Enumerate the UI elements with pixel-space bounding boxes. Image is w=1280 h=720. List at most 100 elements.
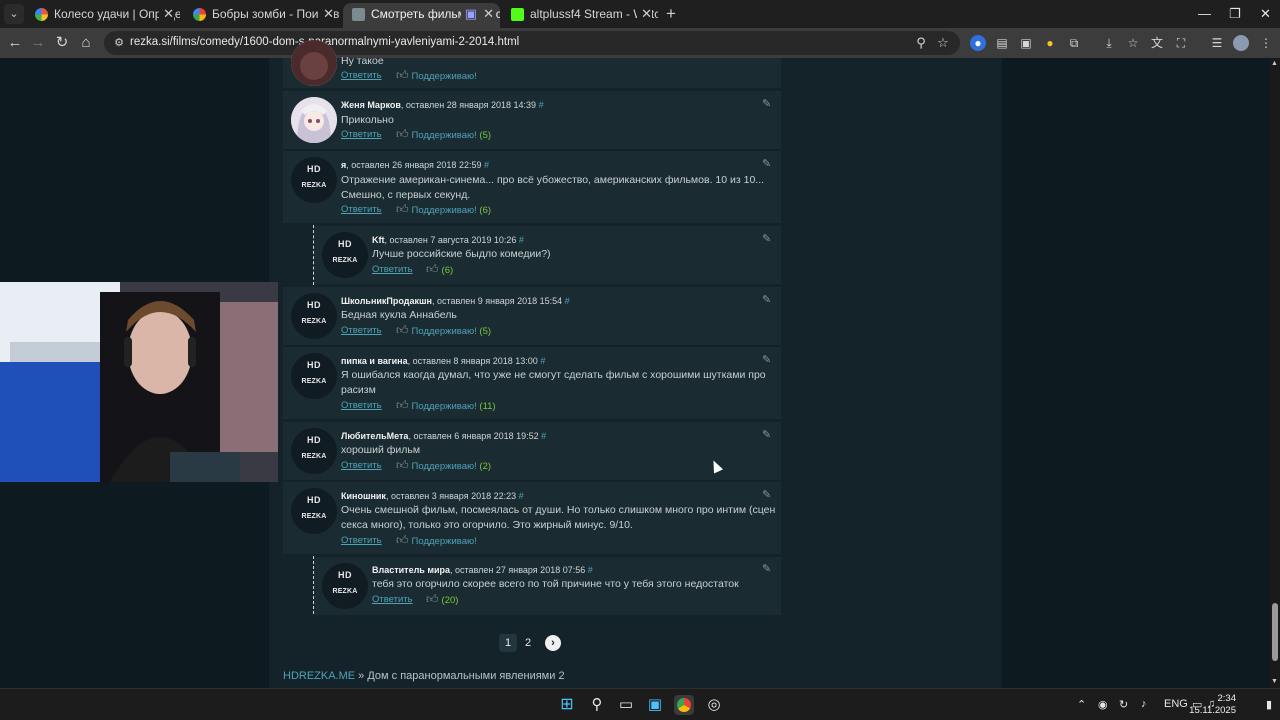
- search-icon[interactable]: ⚲: [587, 695, 607, 715]
- menu-kebab-icon[interactable]: ⋮: [1258, 35, 1274, 51]
- bookmarks-icon[interactable]: ☆: [1125, 35, 1141, 51]
- language-indicator[interactable]: ENG: [1164, 698, 1188, 710]
- screenshot-icon[interactable]: ⛶: [1173, 35, 1189, 51]
- tab-wheel-of-fortune[interactable]: Колесо удачи | Определите по ✕: [26, 3, 180, 28]
- comment-author[interactable]: Киношник: [341, 491, 386, 501]
- edit-pencil-icon[interactable]: ✎: [762, 157, 771, 170]
- next-page-icon[interactable]: ›: [545, 635, 561, 651]
- edit-pencil-icon[interactable]: ✎: [762, 293, 771, 306]
- reply-link[interactable]: Ответить: [341, 204, 382, 215]
- like-button[interactable]: 👍︎ (20): [426, 592, 458, 607]
- comment-author[interactable]: ЛюбительМета: [341, 431, 408, 441]
- permalink-hash[interactable]: #: [519, 491, 524, 501]
- reading-list-icon[interactable]: ☰: [1209, 35, 1225, 51]
- extension-icon[interactable]: ▤: [994, 35, 1010, 51]
- forward-icon[interactable]: →: [29, 34, 47, 52]
- back-icon[interactable]: ←: [6, 34, 24, 52]
- profile-avatar[interactable]: [1233, 35, 1249, 51]
- reply-link[interactable]: Ответить: [341, 535, 382, 546]
- like-button[interactable]: 👍︎ Поддерживаю! (11): [396, 398, 496, 413]
- edit-pencil-icon[interactable]: ✎: [762, 562, 771, 575]
- scrollbar-thumb[interactable]: [1272, 603, 1278, 661]
- comment: HD REZKA Киношник, оставлен 3 января 2018…: [283, 482, 781, 554]
- task-view-icon[interactable]: ▭: [616, 695, 636, 715]
- page-2-button[interactable]: 2: [520, 634, 536, 652]
- minimize-icon[interactable]: —: [1198, 6, 1211, 21]
- windows-start-icon[interactable]: ⊞: [557, 695, 577, 715]
- extensions-puzzle-icon[interactable]: ⧉: [1066, 35, 1082, 51]
- media-playing-icon[interactable]: ▣: [465, 6, 477, 21]
- edit-pencil-icon[interactable]: ✎: [762, 428, 771, 441]
- comment-author[interactable]: Властитель мира: [372, 565, 450, 575]
- comment-author[interactable]: Женя Марков: [341, 100, 401, 110]
- tab-close-icon[interactable]: ✕: [637, 3, 652, 25]
- tray-app-icon[interactable]: ◉: [1098, 698, 1108, 711]
- site-info-icon[interactable]: ⚙: [112, 36, 126, 50]
- tray-sync-icon[interactable]: ↻: [1119, 698, 1128, 711]
- zoom-icon[interactable]: ⚲: [912, 34, 930, 52]
- chrome-icon[interactable]: [674, 695, 694, 715]
- reply-link[interactable]: Ответить: [372, 264, 413, 275]
- restore-icon[interactable]: ❐: [1229, 6, 1241, 22]
- extension-icon[interactable]: ●: [970, 35, 986, 51]
- comment-author[interactable]: пипка и вагина: [341, 356, 408, 366]
- like-button[interactable]: 👍︎ (6): [426, 262, 453, 277]
- tab-close-icon[interactable]: ▣ ✕: [460, 3, 494, 25]
- tray-mic-icon[interactable]: ♪: [1141, 698, 1147, 710]
- like-button[interactable]: 👍︎ Поддерживаю! (5): [396, 323, 491, 338]
- reply-link[interactable]: Ответить: [341, 460, 382, 471]
- like-button[interactable]: 👍︎ Поддерживаю! (6): [396, 202, 491, 217]
- scroll-up-icon[interactable]: ▲: [1271, 60, 1278, 67]
- like-button[interactable]: 👍︎ Поддерживаю! (2): [396, 458, 491, 473]
- comment-author[interactable]: ШкольникПродакшн: [341, 296, 432, 306]
- extension-icon[interactable]: ●: [1042, 35, 1058, 51]
- permalink-hash[interactable]: #: [539, 100, 544, 110]
- reload-icon[interactable]: ↻: [53, 34, 71, 52]
- like-button[interactable]: 👍︎ Поддерживаю!: [396, 533, 477, 548]
- extension-icon[interactable]: ▣: [1018, 35, 1034, 51]
- tab-google-search[interactable]: Бобры зомби - Поиск в Googl ✕: [184, 3, 340, 28]
- permalink-hash[interactable]: #: [541, 431, 546, 441]
- permalink-hash[interactable]: #: [540, 356, 545, 366]
- reply-link[interactable]: Ответить: [372, 594, 413, 605]
- like-button[interactable]: 👍︎ Поддерживаю!: [396, 68, 477, 83]
- tray-overflow-icon[interactable]: ⌃: [1077, 698, 1086, 711]
- comment-author[interactable]: Kft: [372, 235, 385, 245]
- close-window-icon[interactable]: ✕: [1260, 6, 1271, 22]
- home-icon[interactable]: ⌂: [77, 34, 95, 52]
- notifications-icon[interactable]: ▮: [1266, 698, 1272, 711]
- tab-search-icon[interactable]: ⌄: [4, 4, 24, 24]
- scroll-down-icon[interactable]: ▼: [1271, 678, 1278, 685]
- breadcrumb-home-link[interactable]: HDREZKA.ME: [283, 670, 355, 682]
- permalink-hash[interactable]: #: [565, 296, 570, 306]
- edit-pencil-icon[interactable]: ✎: [762, 97, 771, 110]
- permalink-hash[interactable]: #: [484, 160, 489, 170]
- new-tab-button[interactable]: +: [662, 5, 680, 23]
- download-icon[interactable]: ⤓: [1101, 35, 1117, 51]
- reply-link[interactable]: Ответить: [341, 400, 382, 411]
- tab-close-icon[interactable]: ✕: [319, 3, 334, 25]
- windows-taskbar: ⊞ ⚲ ▭ ▣ ◎ ⌃ ◉ ↻ ♪ ENG ▭ ♫ 2:34 15.11.2025…: [0, 688, 1280, 720]
- tab-film-page[interactable]: Смотреть фильм Дом с пар ▣✕: [343, 3, 500, 28]
- permalink-hash[interactable]: #: [519, 235, 524, 245]
- translate-icon[interactable]: 文: [1149, 35, 1165, 51]
- permalink-hash[interactable]: #: [588, 565, 593, 575]
- like-label: Поддерживаю!: [411, 461, 477, 472]
- edit-pencil-icon[interactable]: ✎: [762, 353, 771, 366]
- bookmark-star-icon[interactable]: ☆: [934, 34, 952, 52]
- store-icon[interactable]: ▣: [645, 695, 665, 715]
- edit-pencil-icon[interactable]: ✎: [762, 232, 771, 245]
- tab-close-icon[interactable]: ✕: [159, 3, 174, 25]
- like-button[interactable]: 👍︎ Поддерживаю! (5): [396, 127, 491, 142]
- page-1-button[interactable]: 1: [499, 634, 517, 652]
- taskbar-clock[interactable]: 2:34 15.11.2025: [1189, 693, 1236, 717]
- reply-link[interactable]: Ответить: [341, 325, 382, 336]
- reply-link[interactable]: Ответить: [341, 70, 382, 81]
- tab-kick-stream[interactable]: altplussf4 Stream - Watch Live ✕: [502, 3, 658, 28]
- app-icon[interactable]: ◎: [704, 695, 724, 715]
- reply-link[interactable]: Ответить: [341, 129, 382, 140]
- address-bar[interactable]: ⚙ rezka.si/films/comedy/1600-dom-s-paran…: [104, 31, 960, 55]
- thumbs-up-icon: 👍︎: [426, 592, 439, 606]
- page-scrollbar[interactable]: ▲ ▼: [1270, 58, 1280, 688]
- edit-pencil-icon[interactable]: ✎: [762, 488, 771, 501]
